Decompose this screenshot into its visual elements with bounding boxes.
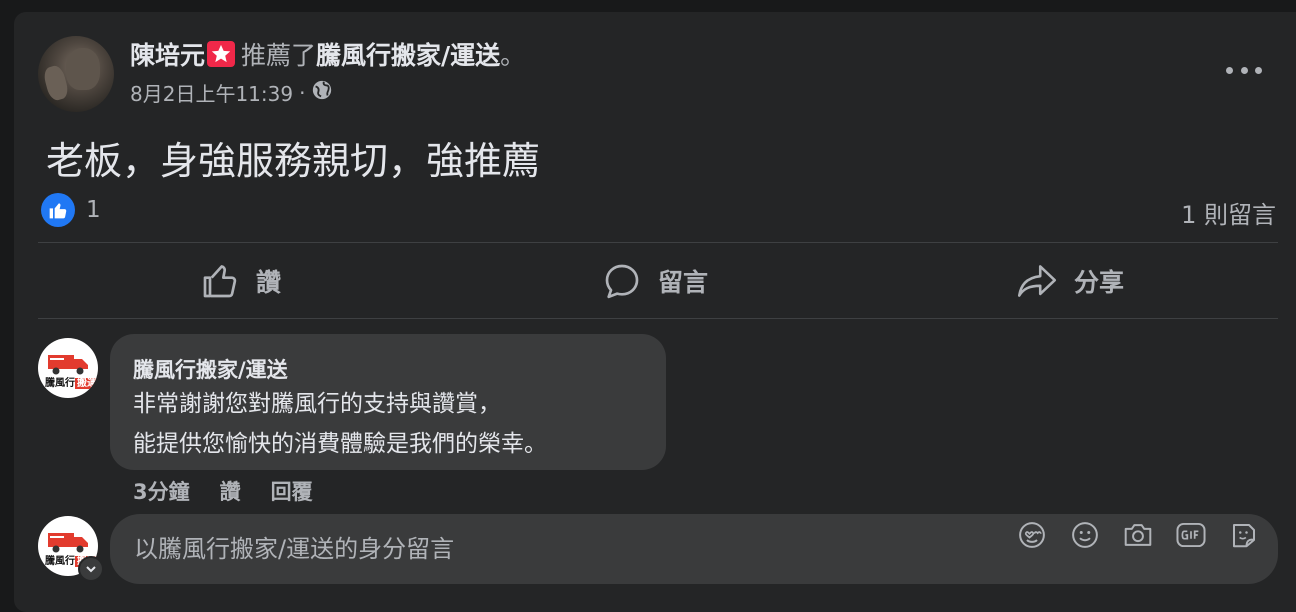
period: 。 (500, 41, 526, 70)
page-name-link[interactable]: 騰風行搬家/運送 (316, 36, 500, 72)
more-dot (1255, 66, 1262, 74)
globe-icon[interactable] (311, 79, 333, 106)
comment-line: 非常謝謝您對騰風行的支持與讚賞， (133, 391, 501, 417)
more-dot (1240, 66, 1248, 74)
divider (38, 242, 1278, 243)
more-options-icon[interactable] (1226, 56, 1262, 84)
comment-button[interactable]: 留言 (602, 256, 708, 306)
author-avatar[interactable] (38, 36, 114, 112)
post-meta: 8月2日上午11:39 · (130, 78, 333, 107)
divider (38, 318, 1278, 319)
comment-bubble: 騰風行搬家/運送 非常謝謝您對騰風行的支持與讚賞， 能提供您愉快的消費體驗是我們… (110, 334, 666, 470)
comment-author[interactable]: 騰風行搬家/運送 (133, 354, 288, 384)
comment-actions: 3分鐘 讚 回覆 (133, 476, 343, 506)
share-icon (1017, 265, 1057, 297)
comment-icon (605, 264, 639, 299)
truck-logo-icon (48, 533, 88, 553)
comment-count[interactable]: 1 則留言 (1181, 195, 1276, 230)
recommend-icon (207, 41, 236, 67)
emoji-icon[interactable] (1068, 518, 1102, 552)
gif-icon[interactable] (1174, 518, 1208, 552)
like-button[interactable]: 讚 (200, 256, 281, 306)
comment-time[interactable]: 3分鐘 (133, 476, 190, 506)
avatar-sticker-icon[interactable] (1015, 518, 1049, 552)
avatar-logo-text: 騰風行搬運 (45, 378, 98, 389)
post-timestamp[interactable]: 8月2日上午11:39 (130, 78, 293, 107)
thumbs-up-reaction-icon[interactable] (41, 193, 75, 227)
author-name[interactable]: 陳培元 (130, 36, 205, 72)
more-dot (1226, 66, 1233, 74)
like-count[interactable]: 1 (86, 197, 101, 223)
meta-dot: · (299, 80, 306, 105)
comment-reply-link[interactable]: 回覆 (271, 476, 313, 506)
share-label: 分享 (1074, 268, 1125, 297)
avatar-head (66, 48, 100, 90)
post-text: 老板，身強服務親切，強推薦 (46, 139, 541, 183)
comment-label: 留言 (658, 268, 709, 297)
page-avatar[interactable]: 騰風行 搬運 (38, 338, 98, 398)
post-header: 陳培元 推薦了 騰風行搬家/運送 。 (130, 36, 525, 72)
truck-logo-icon (48, 355, 88, 375)
comment-line: 能提供您愉快的消費體驗是我們的榮幸。 (133, 431, 547, 457)
thumbs-up-icon (203, 265, 237, 298)
comment-like-link[interactable]: 讚 (220, 476, 241, 506)
comment-input[interactable] (132, 528, 996, 570)
like-label: 讚 (256, 268, 282, 297)
share-button[interactable]: 分享 (1016, 256, 1124, 306)
camera-icon[interactable] (1121, 518, 1155, 552)
sticker-icon[interactable] (1227, 518, 1261, 552)
chevron-down-icon[interactable] (78, 556, 104, 582)
recommend-verb: 推薦了 (241, 41, 317, 70)
